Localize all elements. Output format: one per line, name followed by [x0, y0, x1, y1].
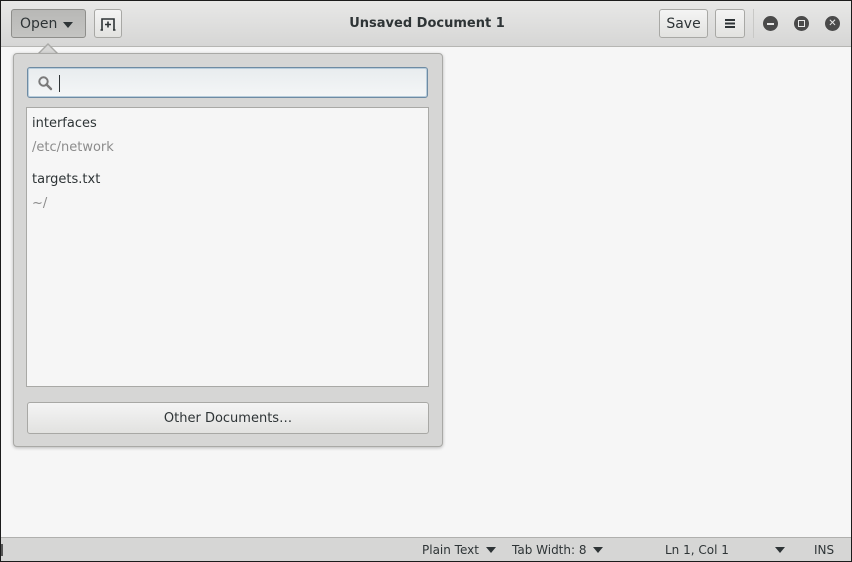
- recent-documents-list: interfaces /etc/network targets.txt ~/: [26, 107, 429, 387]
- document-name: targets.txt: [32, 172, 101, 187]
- document-path: ~/: [32, 196, 48, 211]
- other-documents-button[interactable]: Other Documents…: [27, 402, 429, 434]
- language-label: Plain Text: [422, 543, 479, 557]
- minimize-icon: [767, 22, 774, 25]
- position-dropdown[interactable]: [768, 538, 785, 561]
- close-button[interactable]: ✕: [825, 16, 840, 31]
- open-button[interactable]: Open: [11, 9, 86, 38]
- header-bar: Open Unsaved Document 1 Save ✕: [1, 1, 851, 47]
- minimize-button[interactable]: [763, 16, 778, 31]
- chevron-down-icon: [593, 546, 604, 553]
- open-button-label: Open: [20, 15, 58, 32]
- language-selector[interactable]: Plain Text: [422, 538, 496, 561]
- chevron-down-icon: [485, 546, 496, 553]
- document-path: /etc/network: [32, 140, 114, 155]
- maximize-icon: [798, 20, 805, 27]
- maximize-button[interactable]: [794, 16, 809, 31]
- chevron-down-icon: [63, 22, 73, 28]
- document-name: interfaces: [32, 116, 97, 131]
- new-tab-button[interactable]: [94, 9, 122, 38]
- chevron-down-icon: [775, 546, 785, 553]
- close-icon: ✕: [828, 17, 837, 29]
- insert-mode-indicator: INS: [814, 543, 835, 557]
- list-item[interactable]: interfaces /etc/network: [27, 108, 428, 164]
- resize-grip[interactable]: [1, 544, 3, 556]
- list-item[interactable]: targets.txt ~/: [27, 164, 428, 220]
- gedit-window: Open Unsaved Document 1 Save ✕ interface…: [0, 0, 852, 562]
- save-button[interactable]: Save: [659, 9, 708, 38]
- menu-button[interactable]: [715, 9, 745, 38]
- window-title: Unsaved Document 1: [349, 16, 505, 31]
- search-icon: [38, 76, 53, 91]
- tab-width-selector[interactable]: Tab Width: 8: [512, 538, 604, 561]
- hamburger-menu-icon: [725, 19, 735, 28]
- tab-width-label: Tab Width: 8: [512, 543, 587, 557]
- status-bar: Plain Text Tab Width: 8 Ln 1, Col 1 INS: [1, 537, 851, 561]
- search-input[interactable]: [27, 67, 428, 98]
- cursor-position[interactable]: Ln 1, Col 1: [665, 538, 729, 561]
- header-separator: [753, 9, 754, 38]
- new-tab-icon: [100, 17, 116, 31]
- open-documents-popover: interfaces /etc/network targets.txt ~/ O…: [13, 53, 443, 447]
- text-cursor: [59, 75, 60, 92]
